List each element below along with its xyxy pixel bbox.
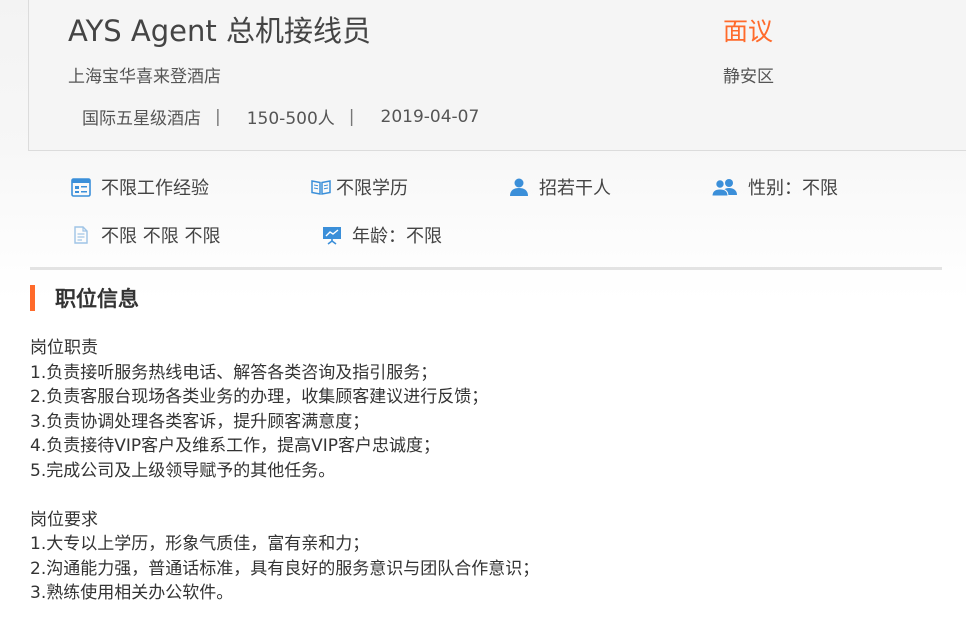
duty-item: 4.负责接待VIP客户及维系工作，提高VIP客户忠诚度； bbox=[30, 436, 441, 456]
book-icon bbox=[310, 176, 332, 198]
req-experience-label: 不限工作经验 bbox=[101, 178, 209, 199]
calendar-icon bbox=[70, 176, 92, 198]
req-misc-label: 不限 不限 不限 bbox=[101, 226, 221, 247]
meta-separator: | bbox=[348, 106, 355, 127]
req-headcount-label: 招若干人 bbox=[539, 178, 611, 199]
req-gender-label: 性别：不限 bbox=[748, 178, 838, 199]
job-detail-page: AYS Agent 总机接线员 面议 上海宝华喜来登酒店 静安区 国际五星级酒店… bbox=[0, 0, 966, 621]
requirement-item: 3.熟练使用相关办公软件。 bbox=[30, 583, 234, 603]
requirement-item: 1.大专以上学历，形象气质佳，富有亲和力； bbox=[30, 534, 370, 554]
section-divider bbox=[30, 267, 942, 270]
company-meta-row: 国际五星级酒店 | 150-500人 | 2019-04-07 bbox=[82, 104, 480, 130]
section-header: 职位信息 bbox=[30, 283, 139, 313]
person-icon bbox=[508, 176, 530, 198]
requirement-item: 2.沟通能力强，普通话标准，具有良好的服务意识与团队合作意识； bbox=[30, 558, 540, 579]
company-size: 150-500人 bbox=[246, 109, 335, 129]
duty-item: 5.完成公司及上级领导赋予的其他任务。 bbox=[30, 460, 336, 481]
district-label: 静安区 bbox=[723, 67, 774, 87]
req-misc: 不限 不限 不限 bbox=[70, 222, 220, 248]
req-education-label: 不限学历 bbox=[336, 178, 408, 199]
req-age: 年龄：不限 bbox=[321, 222, 442, 248]
salary-label: 面议 bbox=[723, 17, 774, 46]
users-icon bbox=[711, 176, 739, 198]
duty-item: 3.负责协调处理各类客诉，提升顾客满意度； bbox=[30, 411, 370, 432]
section-title: 职位信息 bbox=[55, 287, 139, 311]
req-age-label: 年龄：不限 bbox=[352, 226, 442, 247]
duty-item: 1.负责接听服务热线电话、解答各类咨询及指引服务； bbox=[30, 362, 438, 383]
req-experience: 不限工作经验 bbox=[70, 174, 209, 200]
job-description: 岗位职责 1.负责接听服务热线电话、解答各类咨询及指引服务； 2.负责客服台现场… bbox=[30, 336, 539, 606]
requirements-heading: 岗位要求 bbox=[30, 509, 98, 530]
document-icon bbox=[70, 224, 92, 246]
section-accent-bar bbox=[30, 285, 35, 311]
duty-item: 2.负责客服台现场各类业务的办理，收集顾客建议进行反馈； bbox=[30, 387, 489, 407]
req-education: 不限学历 bbox=[310, 174, 408, 200]
post-date: 2019-04-07 bbox=[380, 106, 480, 127]
req-headcount: 招若干人 bbox=[508, 174, 611, 200]
company-name[interactable]: 上海宝华喜来登酒店 bbox=[68, 62, 221, 87]
meta-separator: | bbox=[215, 106, 221, 127]
presentation-icon bbox=[321, 224, 343, 246]
req-gender: 性别：不限 bbox=[711, 174, 838, 200]
company-type: 国际五星级酒店 bbox=[82, 109, 201, 129]
job-title: AYS Agent 总机接线员 bbox=[68, 14, 371, 48]
duties-heading: 岗位职责 bbox=[30, 338, 98, 358]
